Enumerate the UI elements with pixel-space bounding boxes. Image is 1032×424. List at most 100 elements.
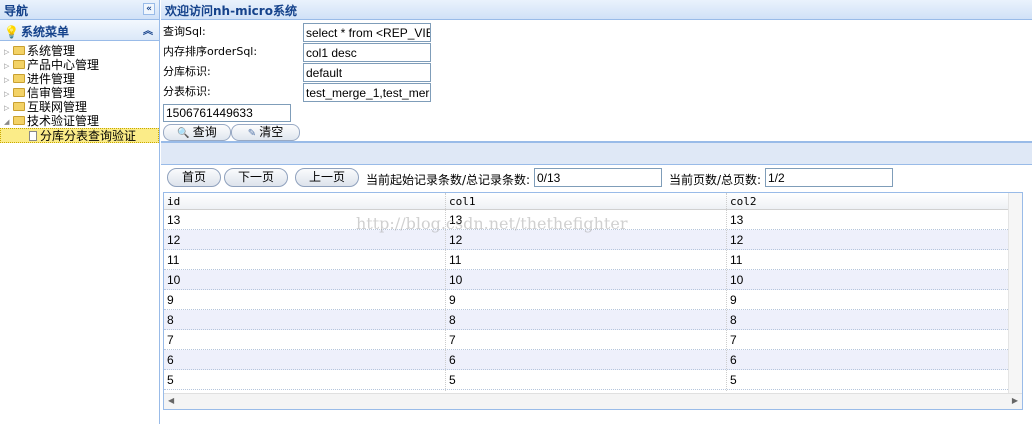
tree-item-credit-review[interactable]: ▷ 信审管理 [0,86,159,100]
db-input[interactable]: default [303,63,431,82]
tree-item-label: 互联网管理 [27,100,88,114]
results-panel-header [161,141,1032,165]
tree-item-label: 分库分表查询验证 [40,129,137,143]
scroll-right-icon[interactable]: ▶ [1012,396,1018,405]
results-grid: id col1 col2 13 13 13 12 12 12 11 11 11 10 10 10… [163,192,1023,410]
db-row: 分库标识: [163,63,211,81]
tree-item-label: 进件管理 [27,72,76,86]
order-sql-input[interactable]: col1 desc [303,43,431,62]
tree-item-tech-validation[interactable]: ◢ 技术验证管理 [0,114,159,128]
search-icon: 🔍 [177,128,190,139]
column-header-col2[interactable]: col2 [730,195,757,208]
cell-col1: 5 [449,373,456,387]
eraser-icon: ✎ [247,128,257,139]
table-row-field: 分表标识: [163,83,211,101]
tree-item-label: 信审管理 [27,86,76,100]
tree-item-internet[interactable]: ▷ 互联网管理 [0,100,159,114]
column-header-id[interactable]: id [167,195,180,208]
db-label: 分库标识: [163,65,211,78]
folder-icon [13,74,25,83]
cell-col1: 10 [449,273,463,287]
table-row[interactable]: 5 5 5 [164,370,1022,390]
expand-arrow-icon[interactable]: ▷ [4,59,13,73]
menu-tree: ▷ 系统管理 ▷ 产品中心管理 ▷ 进件管理 ▷ 信审管理 ▷ 互联网管理 ◢ 技术验证管理… [0,41,159,143]
cell-col2: 11 [730,253,743,267]
cell-col2: 5 [730,373,737,387]
table-row[interactable]: 8 8 8 [164,310,1022,330]
scroll-left-icon[interactable]: ◀ [168,396,174,405]
cell-id: 13 [167,213,181,227]
column-divider [445,193,446,391]
cell-col2: 10 [730,273,744,287]
cell-id: 7 [167,333,174,347]
table-row[interactable]: 13 13 13 [164,210,1022,230]
tree-item-application[interactable]: ▷ 进件管理 [0,72,159,86]
clear-button-label: 清空 [259,125,284,139]
nav-title: 导航 [4,4,29,18]
cell-col2: 8 [730,313,737,327]
cell-id: 6 [167,353,174,367]
table-row[interactable]: 11 11 11 [164,250,1022,270]
cell-col2: 12 [730,233,744,247]
tree-item-label: 产品中心管理 [27,58,100,72]
folder-icon [13,88,25,97]
order-sql-label: 内存排序orderSql: [163,45,258,58]
cell-col1: 13 [449,213,463,227]
table-input[interactable]: test_merge_1,test_mer [303,83,431,102]
timestamp-input[interactable]: 1506761449633 [163,104,291,122]
expand-arrow-icon[interactable]: ▷ [4,87,13,101]
tree-item-sharding-query[interactable]: 分库分表查询验证 [0,128,159,143]
record-count-input[interactable]: 0/13 [534,168,662,187]
first-page-button[interactable]: 首页 [167,168,221,187]
tree-item-product[interactable]: ▷ 产品中心管理 [0,58,159,72]
collapse-nav-button[interactable]: « [143,3,155,15]
column-divider [726,193,727,391]
folder-open-icon [13,116,25,125]
cell-id: 8 [167,313,174,327]
cell-col1: 6 [449,353,456,367]
collapse-arrow-icon[interactable]: ◢ [4,115,13,129]
cell-id: 12 [167,233,181,247]
table-row[interactable]: 6 6 6 [164,350,1022,370]
expand-arrow-icon[interactable]: ▷ [4,101,13,115]
cell-col2: 9 [730,293,737,307]
vertical-scrollbar[interactable] [1008,193,1022,393]
table-row[interactable]: 9 9 9 [164,290,1022,310]
page-title: 欢迎访问nh-micro系统 [165,4,297,18]
cell-col2: 13 [730,213,744,227]
folder-icon [13,60,25,69]
table-row[interactable]: 10 10 10 [164,270,1022,290]
expand-arrow-icon[interactable]: ▷ [4,45,13,59]
tree-item-system[interactable]: ▷ 系统管理 [0,44,159,58]
cell-col1: 7 [449,333,456,347]
pager-toolbar: 首页 下一页 上一页 当前起始记录条数/总记录条数: 0/13 当前页数/总页数… [161,166,1032,190]
cell-col1: 11 [449,253,462,267]
lightbulb-icon: 💡 [4,25,19,39]
system-menu-title: 系统菜单 [20,25,69,39]
cell-id: 9 [167,293,174,307]
nav-header: 导航 « [0,0,159,20]
page-count-label: 当前页数/总页数: [669,173,762,187]
collapse-menu-icon[interactable]: ︽ [143,22,153,37]
main-header: 欢迎访问nh-micro系统 [161,0,1032,20]
query-button-label: 查询 [192,125,217,139]
expand-arrow-icon[interactable]: ▷ [4,73,13,87]
grid-header: id col1 col2 [164,193,1022,210]
column-header-col1[interactable]: col1 [449,195,476,208]
cell-id: 5 [167,373,174,387]
query-button[interactable]: 🔍 查询 [163,124,231,141]
cell-id: 10 [167,273,181,287]
clear-button[interactable]: ✎ 清空 [231,124,300,141]
cell-col1: 12 [449,233,463,247]
horizontal-scrollbar[interactable]: ◀ ▶ [164,393,1022,409]
cell-col2: 7 [730,333,737,347]
system-menu-header[interactable]: 💡 系统菜单 ︽ [0,20,159,41]
tree-item-label: 系统管理 [27,44,76,58]
prev-page-button[interactable]: 上一页 [295,168,359,187]
query-sql-input[interactable]: select * from <REP_VIE [303,23,431,42]
next-page-button[interactable]: 下一页 [224,168,288,187]
page-count-input[interactable]: 1/2 [765,168,893,187]
table-row[interactable]: 7 7 7 [164,330,1022,350]
main-panel: 欢迎访问nh-micro系统 查询Sql: select * from <REP… [161,0,1032,424]
table-row[interactable]: 12 12 12 [164,230,1022,250]
